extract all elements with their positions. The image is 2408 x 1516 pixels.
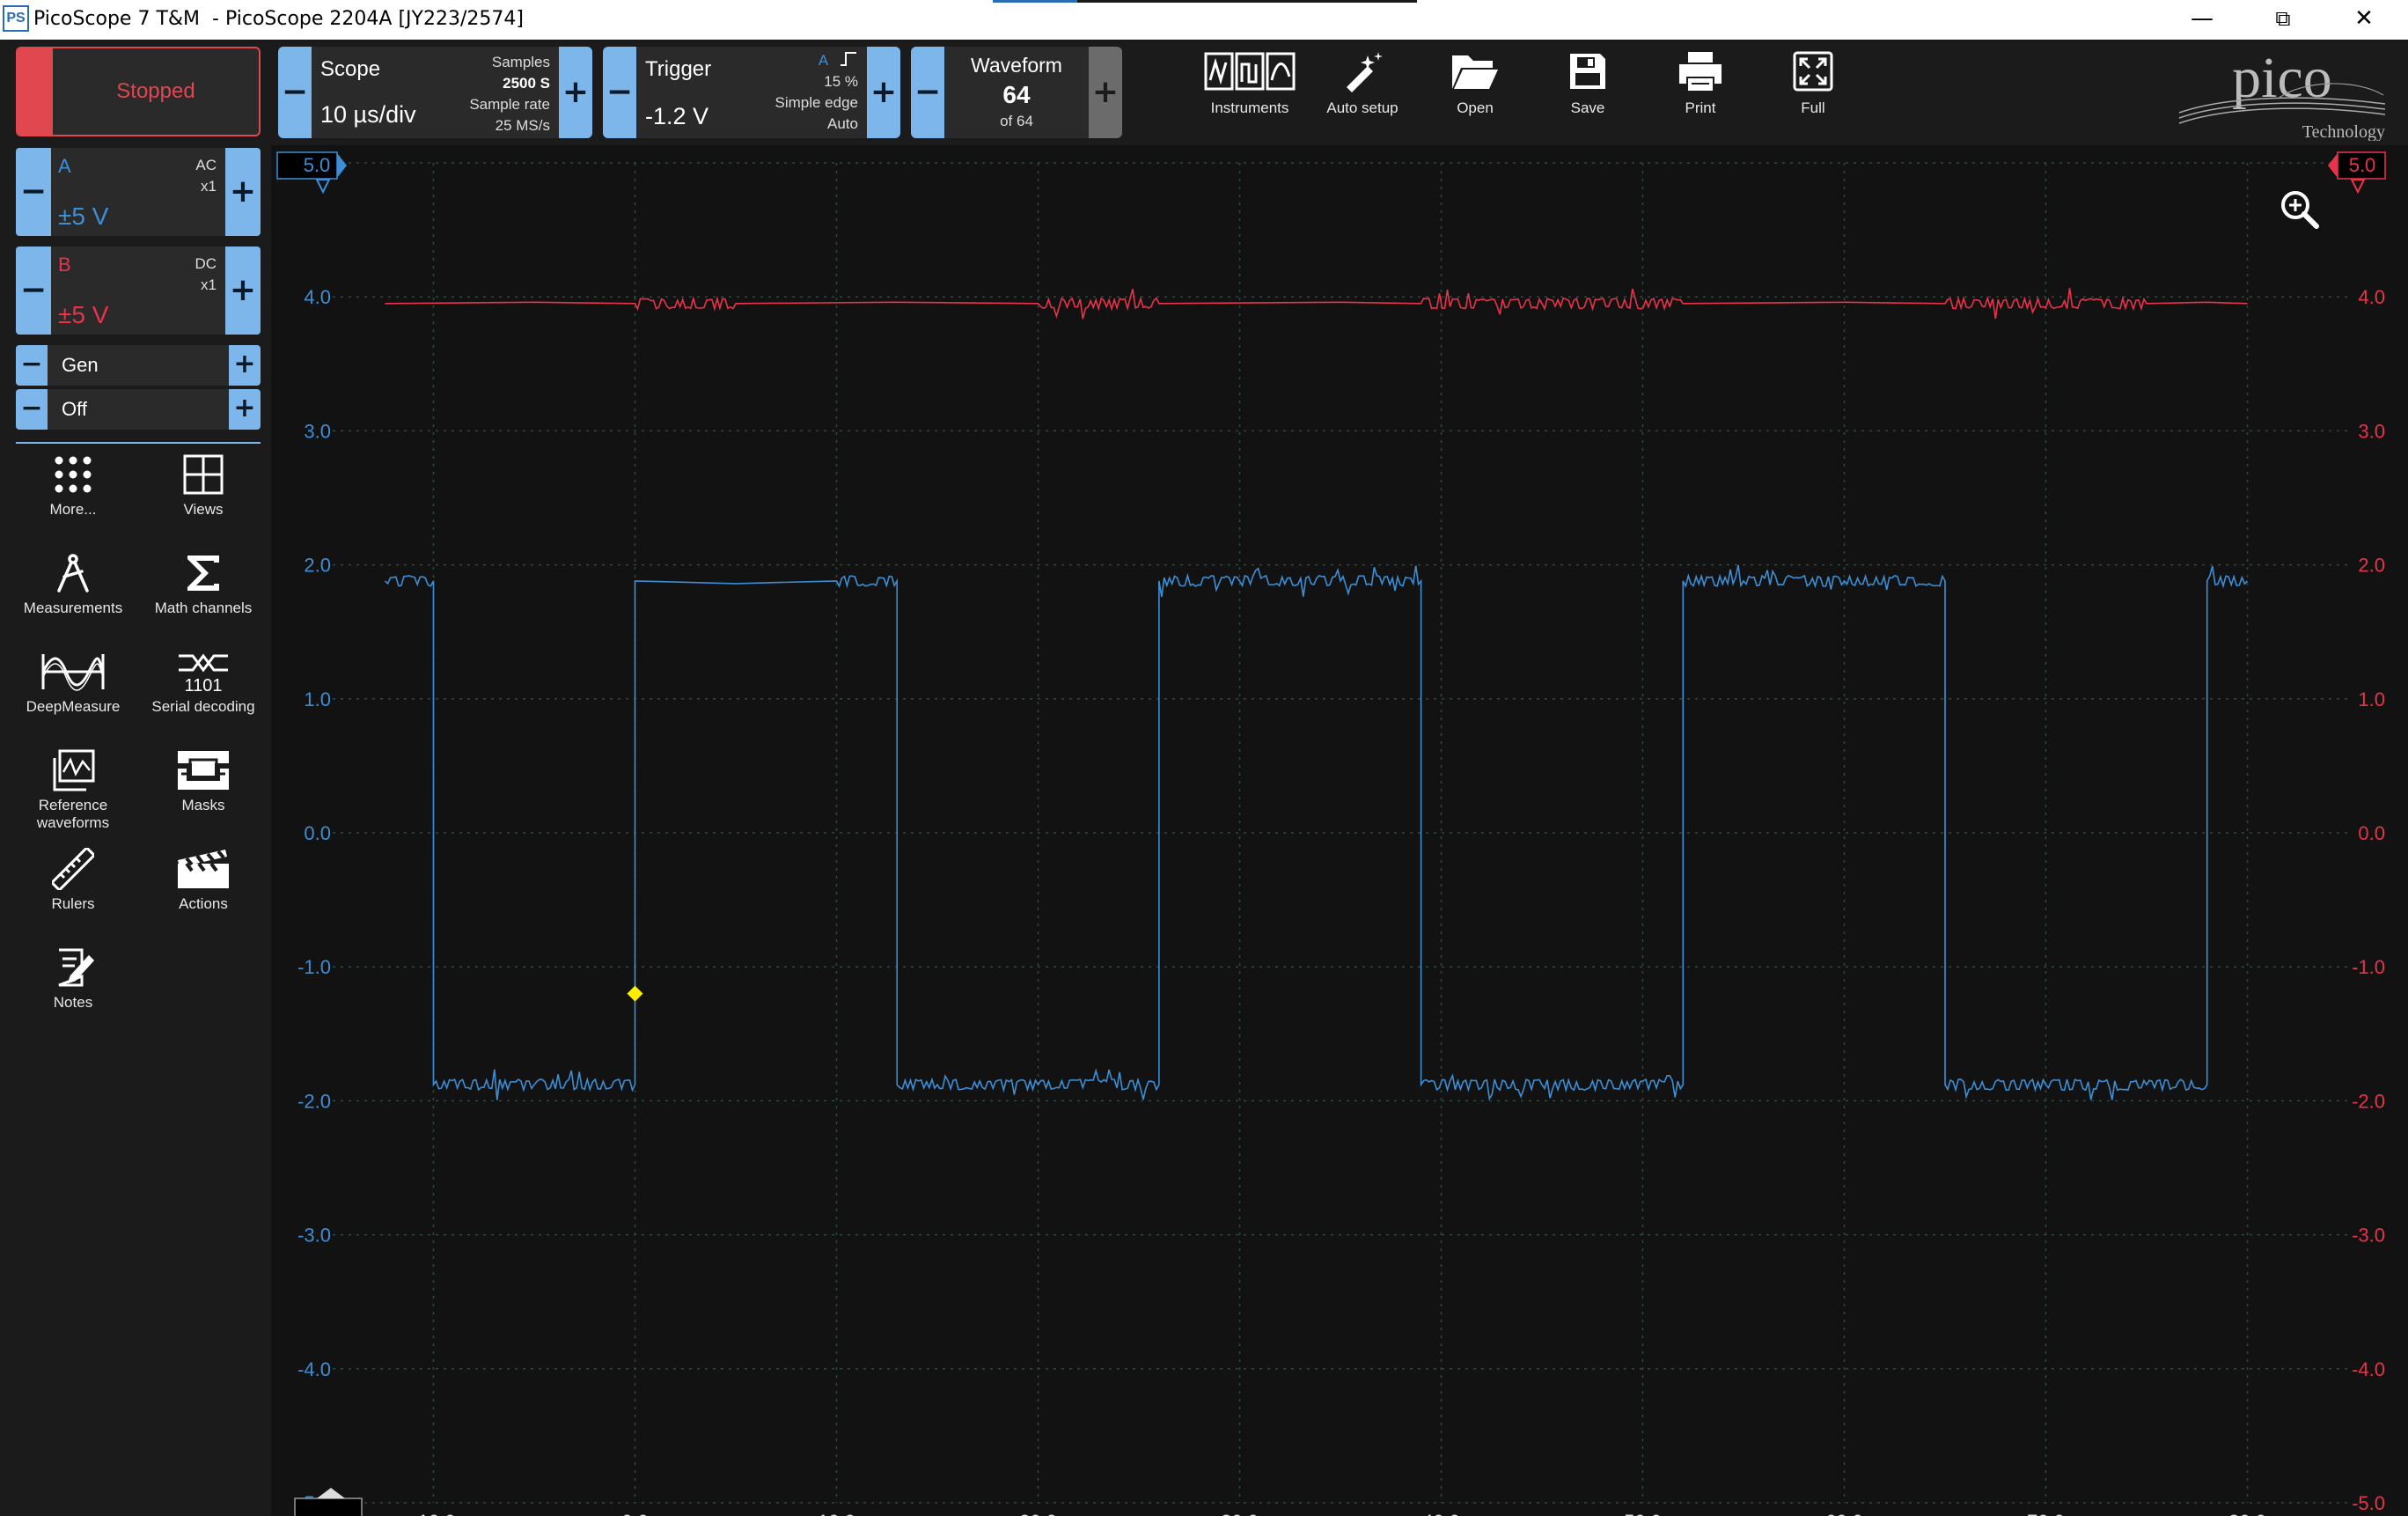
- time-tick-label: -10.0: [411, 1511, 455, 1516]
- channel-a-top-value: 5.0: [304, 154, 331, 176]
- scope-view[interactable]: 4.0 3.0 2.0 1.0 0.0 -1.0 -2.0 -3.0 -4.0 -5.0 4.0 3…: [0, 0, 2408, 1516]
- channel-b-tick-label: -2.0: [2352, 1090, 2385, 1112]
- channel-a-tick-label: 4.0: [304, 286, 331, 308]
- scope-background: [271, 145, 2408, 1516]
- channel-a-tick-label: 0.0: [304, 822, 331, 844]
- time-tick-label: 30.0: [1221, 1511, 1259, 1516]
- time-tick-label: 40.0: [1422, 1511, 1460, 1516]
- time-tick-label: 60.0: [1825, 1511, 1863, 1516]
- channel-b-tick-label: -1.0: [2352, 956, 2385, 978]
- channel-a-tick-label: -4.0: [297, 1358, 331, 1380]
- channel-b-tick-label: 3.0: [2358, 420, 2385, 442]
- channel-a-tick-label: 2.0: [304, 555, 331, 577]
- channel-b-tick-label: -3.0: [2352, 1225, 2385, 1247]
- channel-b-tick-label: -4.0: [2352, 1358, 2385, 1380]
- channel-a-tick-label: 1.0: [304, 688, 331, 710]
- channel-b-tick-label: 4.0: [2358, 286, 2385, 308]
- channel-b-tick-label: 2.0: [2358, 555, 2385, 577]
- channel-b-top-value: 5.0: [2349, 154, 2376, 176]
- time-tick-label: 50.0: [1624, 1511, 1662, 1516]
- channel-a-tick-label: -1.0: [297, 956, 331, 978]
- channel-a-tick-label: -2.0: [297, 1090, 331, 1112]
- channel-b-tick-label: 1.0: [2358, 688, 2385, 710]
- channel-b-tick-label: 0.0: [2358, 822, 2385, 844]
- time-tick-label: 80.0: [2228, 1511, 2266, 1516]
- time-tick-label: 0.0: [621, 1511, 649, 1516]
- time-tick-label: 10.0: [818, 1511, 855, 1516]
- channel-a-tick-label: 3.0: [304, 420, 331, 442]
- time-tick-label: 20.0: [1019, 1511, 1057, 1516]
- channel-a-tick-label: -3.0: [297, 1225, 331, 1247]
- channel-b-tick-label: -5.0: [2352, 1492, 2385, 1514]
- time-tick-label: 70.0: [2027, 1511, 2065, 1516]
